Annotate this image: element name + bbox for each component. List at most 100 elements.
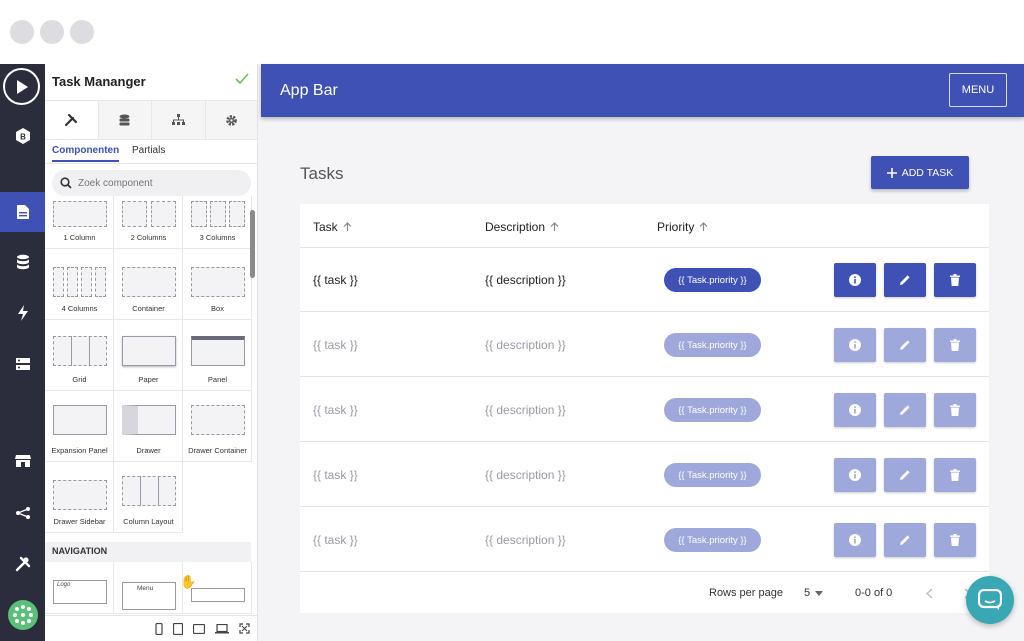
play-icon[interactable] bbox=[3, 68, 40, 105]
edit-button[interactable] bbox=[884, 263, 926, 297]
tablet-icon[interactable] bbox=[173, 622, 183, 635]
task-cell: {{ task }} bbox=[313, 468, 358, 482]
component-panel[interactable]: Panel bbox=[183, 320, 252, 391]
tab-settings[interactable] bbox=[205, 101, 257, 139]
component-paper[interactable]: Paper bbox=[114, 320, 183, 391]
store-icon[interactable] bbox=[0, 441, 45, 481]
nav-component-logo-bar[interactable]: Logo bbox=[45, 562, 114, 614]
edit-button[interactable] bbox=[884, 393, 926, 427]
rows-per-page-value: 5 bbox=[804, 587, 811, 599]
description-cell: {{ description }} bbox=[485, 533, 566, 547]
tab-data[interactable] bbox=[98, 101, 152, 139]
tab-tree[interactable] bbox=[152, 101, 206, 139]
info-button[interactable] bbox=[834, 458, 876, 492]
component-label: Expansion Panel bbox=[51, 446, 108, 455]
table-row: {{ task }} {{ description }} {{ Task.prior… bbox=[300, 248, 989, 312]
thumb-expansion bbox=[53, 405, 107, 435]
info-button[interactable] bbox=[834, 393, 876, 427]
components-panel: Task Mananger Componenten Partials Zoek … bbox=[45, 64, 258, 641]
tab-components[interactable] bbox=[45, 101, 99, 139]
menu-button[interactable]: MENU bbox=[949, 73, 1007, 107]
database-icon[interactable] bbox=[0, 242, 45, 282]
edit-button[interactable] bbox=[884, 458, 926, 492]
add-task-button[interactable]: ADD TASK bbox=[871, 156, 969, 189]
prev-page-icon[interactable] bbox=[926, 588, 933, 599]
task-cell: {{ task }} bbox=[313, 338, 358, 352]
info-button[interactable] bbox=[834, 328, 876, 362]
component-drawer-sidebar[interactable]: Drawer Sidebar bbox=[45, 462, 114, 533]
search-input[interactable] bbox=[78, 177, 228, 189]
component-4-columns[interactable]: 4 Columns bbox=[45, 249, 114, 320]
info-button[interactable] bbox=[834, 523, 876, 557]
share-icon[interactable] bbox=[0, 493, 45, 533]
nav-component-menu[interactable]: Menu bbox=[114, 562, 183, 614]
thumb-grid bbox=[53, 336, 107, 366]
component-column-layout[interactable]: Column Layout bbox=[114, 462, 183, 533]
page-title: Tasks bbox=[300, 164, 344, 183]
component-box[interactable]: Box bbox=[183, 249, 252, 320]
column-header-priority[interactable]: Priority bbox=[657, 220, 708, 234]
component-label: Grid bbox=[72, 375, 87, 384]
component-drawer-container[interactable]: Drawer Container bbox=[183, 391, 252, 462]
info-button[interactable] bbox=[834, 263, 876, 297]
panel-scrollbar[interactable] bbox=[250, 210, 255, 278]
panel-tabs bbox=[45, 100, 257, 140]
component-label: Container bbox=[132, 304, 165, 313]
window-close-button[interactable] bbox=[10, 20, 34, 44]
window-maximize-button[interactable] bbox=[70, 20, 94, 44]
component-2-columns[interactable]: 2 Columns bbox=[114, 196, 183, 249]
column-header-description[interactable]: Description bbox=[485, 220, 559, 234]
sort-arrow-icon bbox=[550, 222, 559, 231]
component-label: Paper bbox=[138, 375, 159, 384]
badge-b-icon[interactable]: B bbox=[0, 116, 45, 156]
window-minimize-button[interactable] bbox=[40, 20, 64, 44]
avatar-icon[interactable] bbox=[0, 595, 45, 635]
database-icon bbox=[119, 114, 130, 125]
delete-button[interactable] bbox=[934, 523, 976, 557]
delete-button[interactable] bbox=[934, 393, 976, 427]
laptop-icon[interactable] bbox=[215, 623, 229, 634]
pencil-icon bbox=[900, 340, 910, 350]
trash-icon bbox=[950, 339, 960, 351]
priority-chip: {{ Task.priority }} bbox=[664, 398, 761, 422]
component-label: Column Layout bbox=[123, 517, 174, 526]
sort-arrow-icon bbox=[343, 222, 352, 231]
subtab-componenten[interactable]: Componenten bbox=[52, 145, 120, 162]
delete-button[interactable] bbox=[934, 328, 976, 362]
chat-icon bbox=[978, 589, 1002, 610]
server-icon[interactable] bbox=[0, 344, 45, 384]
component-label: 4 Columns bbox=[61, 304, 98, 313]
fullscreen-icon[interactable] bbox=[239, 623, 250, 634]
task-cell: {{ task }} bbox=[313, 403, 358, 417]
description-cell: {{ description }} bbox=[485, 468, 566, 482]
component-container[interactable]: Container bbox=[114, 249, 183, 320]
app-bar: App Bar MENU bbox=[261, 64, 1024, 117]
table-row: {{ task }} {{ description }} {{ Task.prior… bbox=[300, 443, 989, 507]
delete-button[interactable] bbox=[934, 458, 976, 492]
component-label: Drawer bbox=[136, 446, 161, 455]
table-footer: Rows per page 5 0-0 of 0 bbox=[300, 573, 989, 613]
bolt-icon[interactable] bbox=[0, 293, 45, 333]
delete-button[interactable] bbox=[934, 263, 976, 297]
subtab-partials[interactable]: Partials bbox=[132, 145, 165, 156]
tools-icon[interactable] bbox=[0, 544, 45, 584]
sort-arrow-icon bbox=[699, 222, 708, 231]
chat-launcher-button[interactable] bbox=[966, 576, 1014, 624]
sitemap-icon bbox=[171, 114, 185, 125]
page-icon[interactable] bbox=[0, 192, 45, 232]
edit-button[interactable] bbox=[884, 328, 926, 362]
edit-button[interactable] bbox=[884, 523, 926, 557]
tablet-landscape-icon[interactable] bbox=[193, 623, 205, 634]
column-header-task[interactable]: Task bbox=[313, 220, 352, 234]
thumb-col bbox=[191, 201, 207, 227]
component-1-column[interactable]: 1 Column bbox=[45, 196, 114, 249]
component-label: 1 Column bbox=[63, 233, 96, 242]
component-expansion-panel[interactable]: Expansion Panel bbox=[45, 391, 114, 462]
component-3-columns[interactable]: 3 Columns bbox=[183, 196, 252, 249]
component-drawer[interactable]: Drawer bbox=[114, 391, 183, 462]
phone-icon[interactable] bbox=[155, 622, 163, 635]
rows-per-page-select[interactable]: 5 bbox=[804, 587, 824, 599]
thumb-drawer bbox=[122, 405, 176, 435]
priority-chip: {{ Task.priority }} bbox=[664, 268, 761, 292]
component-grid-item[interactable]: Grid bbox=[45, 320, 114, 391]
